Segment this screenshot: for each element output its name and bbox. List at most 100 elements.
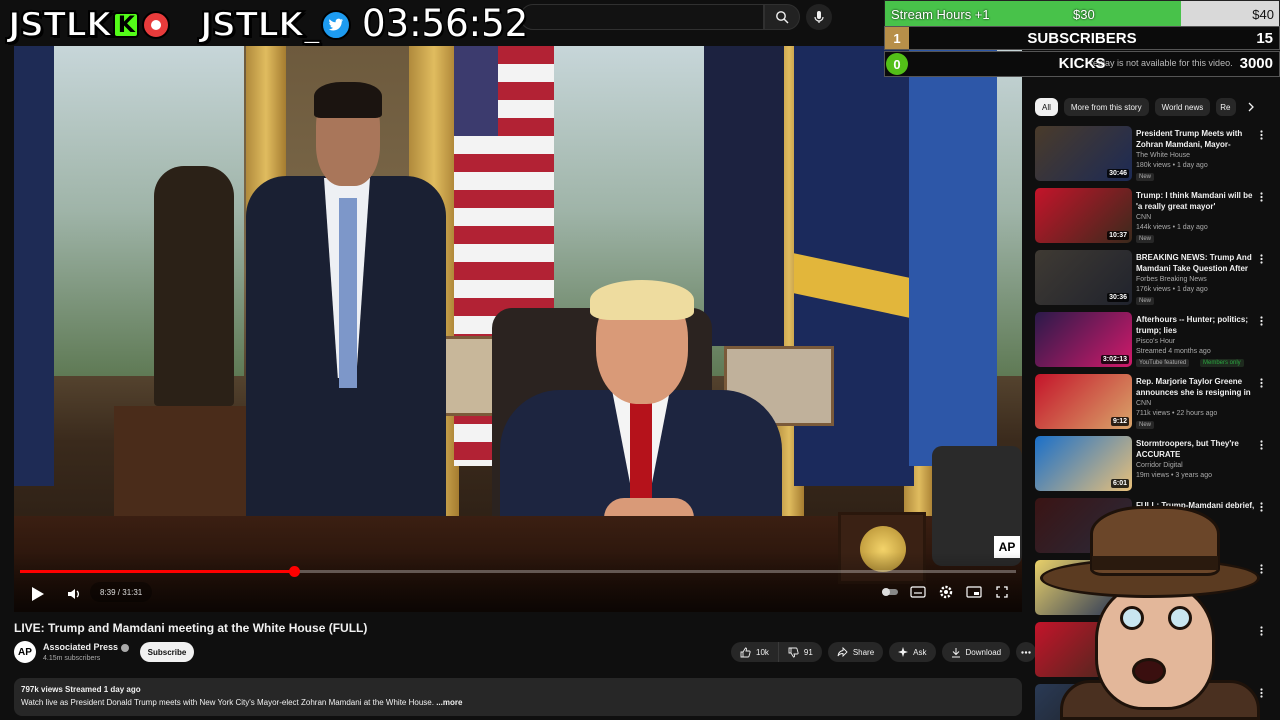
recommendation-duration: 30:46 [1107,169,1129,178]
more-vertical-icon [1259,254,1263,264]
video-player[interactable]: AP 8:39 / 31:31 [14,46,1022,612]
progress-bar[interactable] [20,566,1016,577]
recommendation-title[interactable]: Stormtroopers, but They're ACCURATE [1136,438,1256,460]
recommendation-item[interactable]: 30:46 President Trump Meets with Zohran M… [1035,126,1275,188]
recommendation-stats: 176k views • 1 day ago [1136,286,1208,293]
video-description[interactable]: 797k views Streamed 1 day ago Watch live… [14,678,1022,716]
recommendation-duration: 9:12 [1110,417,1129,426]
streamer-avatar [1040,490,1280,720]
video-title: LIVE: Trump and Mamdani meeting at the W… [14,621,368,635]
download-button[interactable]: Download [941,642,1011,662]
play-button[interactable] [26,582,50,606]
recommendation-thumbnail[interactable]: 3:02:13 [1035,312,1132,367]
recommendation-item[interactable]: 30:36 BREAKING NEWS: Trump And Mamdani Ta… [1035,250,1275,312]
description-more-link[interactable]: ...more [436,698,462,707]
recommendation-title[interactable]: Afterhours -- Hunter; politics; trump; l… [1136,314,1256,336]
recommendation-menu-button[interactable] [1257,190,1265,204]
autoplay-toggle[interactable] [880,582,900,602]
more-vertical-icon [1259,316,1263,326]
fullscreen-button[interactable] [992,582,1012,602]
volume-button[interactable] [62,582,86,606]
air-force-flag [909,46,997,466]
channel-avatar[interactable]: AP [14,641,36,663]
recommendation-thumbnail[interactable]: 6:01 [1035,436,1132,491]
gear-icon [939,585,953,599]
more-horizontal-icon [1021,650,1031,654]
thumbs-up-icon [740,647,751,657]
play-icon [32,587,44,601]
channel-name[interactable]: Associated Press [43,642,130,652]
stream-stats-panel: Stream Hours +1 $30 $40 1 SUBSCRIBERS 15… [884,0,1280,78]
ask-button[interactable]: Ask [889,642,936,662]
subtitles-button[interactable] [908,582,928,602]
volume-icon [68,589,79,599]
recommendation-title[interactable]: President Trump Meets with Zohran Mamdan… [1136,128,1256,150]
recommendation-duration: 3:02:13 [1100,355,1129,364]
dislike-button[interactable]: 91 [778,642,822,662]
description-body: Watch live as President Donald Trump mee… [21,698,437,707]
recommendation-menu-button[interactable] [1257,438,1265,452]
recommendation-duration: 30:36 [1107,293,1129,302]
share-icon [837,647,848,657]
statue [154,166,234,406]
recommendation-channel: Pisco's Hour [1136,338,1176,345]
stream-clock: 03:56:52 [362,2,529,45]
record-icon [142,11,171,39]
subscribers-counter: 1 SUBSCRIBERS 15 [884,26,1280,50]
search-input[interactable] [520,4,764,30]
recommendation-menu-button[interactable] [1257,128,1265,142]
miniplayer-button[interactable] [964,582,984,602]
share-button[interactable]: Share [827,642,884,662]
recommendation-stats: 19m views • 3 years ago [1136,472,1212,479]
channel-subscriber-count: 4.15m subscribers [43,655,101,662]
recommendation-thumbnail[interactable]: 30:36 [1035,250,1132,305]
progress-bar-fill [20,570,294,573]
progress-scrubber[interactable] [288,566,300,577]
video-actions: 10k 91 Share Ask Download [731,642,1037,662]
voice-search-button[interactable] [806,4,832,30]
settings-button[interactable] [936,582,956,602]
recommendation-menu-button[interactable] [1257,376,1265,390]
chips-next-button[interactable] [1242,98,1260,116]
kicks-counter: 0 replay is not available for this video… [884,51,1280,77]
recommendation-stats: 711k views • 22 hours ago [1136,410,1218,417]
chip-all[interactable]: All [1035,98,1058,116]
recommendation-title[interactable]: BREAKING NEWS: Trump And Mamdani Take Qu… [1136,252,1256,274]
recommendation-item[interactable]: 6:01 Stormtroopers, but They're ACCURATE C… [1035,436,1275,498]
recommendation-thumbnail[interactable]: 30:46 [1035,126,1132,181]
twitter-logo: JSTLK_ [199,4,352,46]
search-icon [776,11,789,24]
description-text: Watch live as President Donald Trump mee… [21,698,1015,707]
recommendation-menu-button[interactable] [1257,314,1265,328]
subscribe-button[interactable]: Subscribe [140,642,194,662]
recommendation-item[interactable]: 3:02:13 Afterhours -- Hunter; politics; t… [1035,312,1275,374]
thumbs-down-icon [788,647,799,657]
channel-name-text[interactable]: Associated Press [43,642,118,652]
chip-world-news[interactable]: World news [1154,98,1211,116]
recommendation-menu-button[interactable] [1257,252,1265,266]
recommendation-badge: YouTube featured [1136,359,1190,367]
verified-icon [121,643,130,652]
stream-goal-max: $40 [1252,7,1274,22]
kicks-value: 3000 [1239,55,1273,72]
search-button[interactable] [764,4,800,30]
chip-related[interactable]: Re [1216,98,1237,116]
kick-logo: JSTLK K [7,4,171,46]
recommendation-title[interactable]: Trump: I think Mamdani will be 'a really… [1136,190,1256,212]
like-count: 10k [756,647,769,657]
subscribers-value: 15 [1256,30,1273,47]
recommendation-channel: Forbes Breaking News [1136,276,1207,283]
kick-badge: K [113,12,140,38]
recommendation-title[interactable]: Rep. Marjorie Taylor Greene announces sh… [1136,376,1256,398]
recommendation-thumbnail[interactable]: 10:37 [1035,188,1132,243]
recommendation-item[interactable]: 9:12 Rep. Marjorie Taylor Greene announce… [1035,374,1275,436]
like-button[interactable]: 10k [731,642,779,662]
recommendation-badge: New [1136,173,1155,181]
recommendation-channel: Corridor Digital [1136,462,1183,469]
logo-text: JSTLK [7,4,113,46]
more-vertical-icon [1259,130,1263,140]
recommendation-item[interactable]: 10:37 Trump: I think Mamdani will be 'a r… [1035,188,1275,250]
recommendation-thumbnail[interactable]: 9:12 [1035,374,1132,429]
more-actions-button[interactable] [1016,642,1037,662]
chip-more-from-story[interactable]: More from this story [1063,98,1149,116]
